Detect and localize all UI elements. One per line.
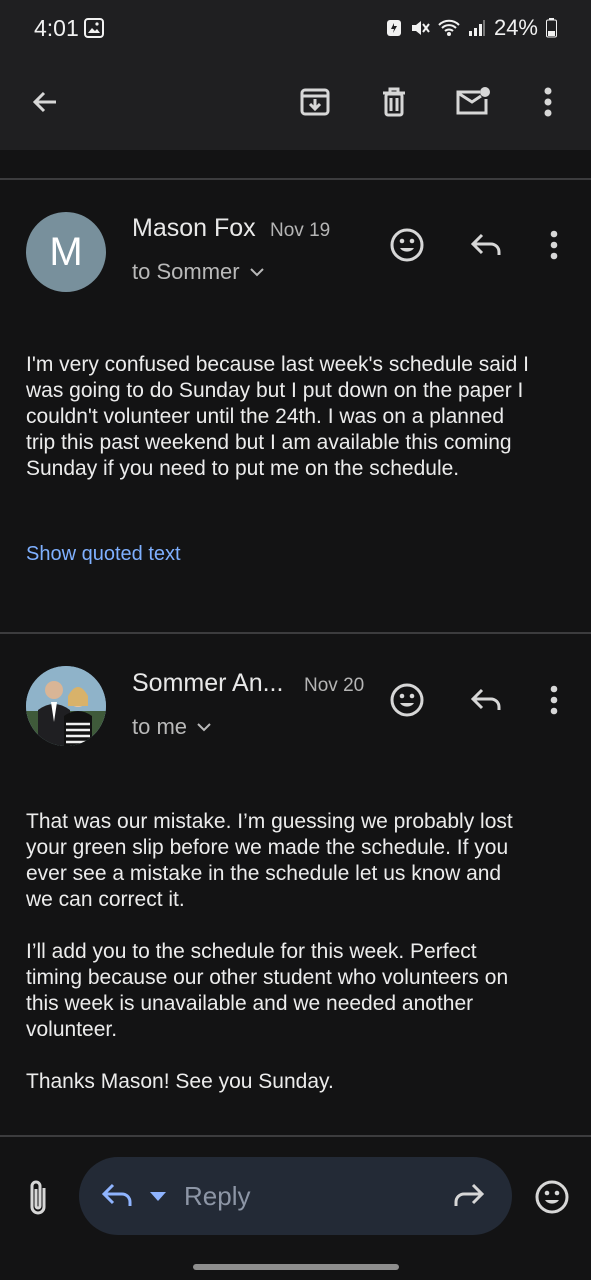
- signal-icon: [468, 20, 485, 36]
- more-vert-icon[interactable]: [532, 223, 576, 267]
- reply-bar[interactable]: [79, 1157, 512, 1235]
- sender-name: Mason Fox: [132, 214, 256, 242]
- chevron-down-icon: [249, 268, 264, 277]
- battery-percent: 24%: [493, 15, 538, 40]
- recipient-label: to me: [132, 714, 188, 739]
- home-indicator[interactable]: [193, 1264, 399, 1270]
- top-app-bar: [0, 58, 591, 150]
- wifi-icon: [438, 19, 460, 36]
- show-quoted-text-link[interactable]: Show quoted text: [26, 543, 181, 566]
- forward-icon[interactable]: [452, 1181, 490, 1213]
- reply-icon[interactable]: [100, 1181, 136, 1213]
- message-body: I'm very confused because last week's sc…: [26, 353, 529, 480]
- status-time: 4:01: [34, 15, 79, 41]
- emoji-reaction-icon[interactable]: [385, 678, 429, 722]
- reply-icon[interactable]: [464, 678, 508, 722]
- message-date: Nov 20: [304, 675, 365, 696]
- emoji-reaction-icon[interactable]: [385, 223, 429, 267]
- status-indicators: 24%: [386, 15, 557, 41]
- battery-saver-icon: [386, 20, 401, 36]
- sender-name: Sommer An...: [132, 669, 284, 697]
- arrow-back-icon[interactable]: [21, 78, 69, 126]
- profile-photo-icon: [26, 666, 106, 746]
- avatar[interactable]: [26, 666, 106, 746]
- divider: [0, 178, 591, 180]
- more-vert-icon[interactable]: [524, 78, 572, 126]
- recipient-details[interactable]: to Sommer: [132, 259, 264, 285]
- avatar-letter: M: [49, 229, 83, 274]
- attachment-icon[interactable]: [20, 1175, 56, 1219]
- reply-icon[interactable]: [464, 223, 508, 267]
- divider: [0, 632, 591, 634]
- recipient-details[interactable]: to me: [132, 714, 211, 740]
- recipient-label: to Sommer: [132, 259, 240, 284]
- trash-icon[interactable]: [370, 78, 418, 126]
- gallery-notification-icon: [84, 18, 104, 38]
- emoji-reaction-icon[interactable]: [531, 1176, 573, 1218]
- message-body: That was our mistake. I’m guessing we pr…: [26, 810, 513, 1093]
- more-vert-icon[interactable]: [532, 678, 576, 722]
- mute-icon: [411, 21, 430, 35]
- avatar[interactable]: M: [26, 212, 106, 292]
- battery-icon: [546, 18, 557, 38]
- mail-unread-icon[interactable]: [449, 78, 497, 126]
- divider: [0, 1135, 591, 1137]
- archive-icon[interactable]: [291, 78, 339, 126]
- chevron-down-icon: [197, 723, 211, 732]
- reply-label[interactable]: Reply: [184, 1181, 250, 1212]
- reply-type-dropdown-icon[interactable]: [148, 1187, 168, 1205]
- message-date: Nov 19: [270, 220, 331, 241]
